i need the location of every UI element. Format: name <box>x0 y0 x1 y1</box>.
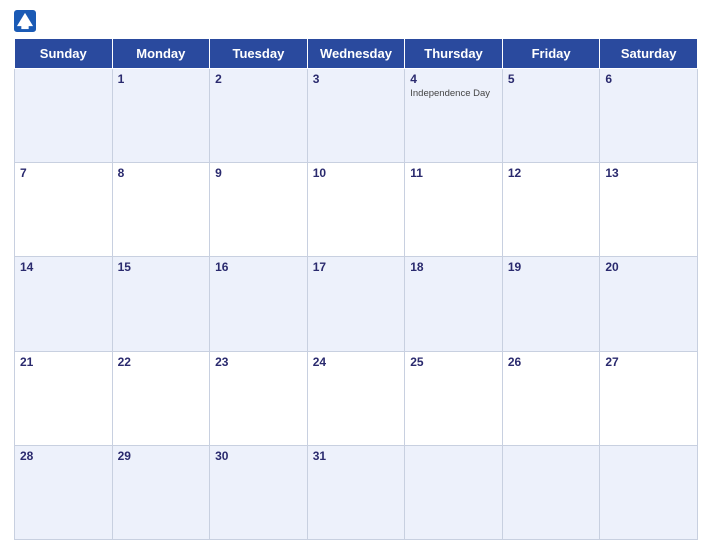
day-cell: 6 <box>600 69 698 163</box>
day-cell: 20 <box>600 257 698 351</box>
weekday-header-row: SundayMondayTuesdayWednesdayThursdayFrid… <box>15 39 698 69</box>
day-number: 3 <box>313 72 400 86</box>
day-cell: 26 <box>502 351 600 445</box>
day-number: 29 <box>118 449 205 463</box>
weekday-header-monday: Monday <box>112 39 210 69</box>
day-cell: 5 <box>502 69 600 163</box>
day-cell: 12 <box>502 163 600 257</box>
day-number: 12 <box>508 166 595 180</box>
day-cell: 23 <box>210 351 308 445</box>
weekday-header-friday: Friday <box>502 39 600 69</box>
weekday-header-sunday: Sunday <box>15 39 113 69</box>
day-number: 28 <box>20 449 107 463</box>
day-cell: 15 <box>112 257 210 351</box>
day-number: 30 <box>215 449 302 463</box>
day-number: 4 <box>410 72 497 86</box>
day-number: 27 <box>605 355 692 369</box>
day-cell: 30 <box>210 445 308 539</box>
day-number: 19 <box>508 260 595 274</box>
generalblue-icon <box>14 10 36 32</box>
day-cell: 2 <box>210 69 308 163</box>
day-number: 1 <box>118 72 205 86</box>
day-number: 18 <box>410 260 497 274</box>
day-cell: 9 <box>210 163 308 257</box>
day-number: 6 <box>605 72 692 86</box>
day-cell: 10 <box>307 163 405 257</box>
day-number: 17 <box>313 260 400 274</box>
calendar-week-row: 28 29 30 31 <box>15 445 698 539</box>
calendar-week-row: 21 22 23 24 25 26 27 <box>15 351 698 445</box>
empty-day-cell <box>502 445 600 539</box>
day-cell: 17 <box>307 257 405 351</box>
weekday-header-wednesday: Wednesday <box>307 39 405 69</box>
day-cell: 27 <box>600 351 698 445</box>
day-number: 20 <box>605 260 692 274</box>
day-number: 14 <box>20 260 107 274</box>
day-cell: 1 <box>112 69 210 163</box>
day-cell: 14 <box>15 257 113 351</box>
day-number: 26 <box>508 355 595 369</box>
day-cell: 16 <box>210 257 308 351</box>
day-cell: 29 <box>112 445 210 539</box>
weekday-header-tuesday: Tuesday <box>210 39 308 69</box>
empty-day-cell <box>15 69 113 163</box>
day-number: 23 <box>215 355 302 369</box>
day-cell: 13 <box>600 163 698 257</box>
weekday-header-saturday: Saturday <box>600 39 698 69</box>
day-number: 9 <box>215 166 302 180</box>
calendar-header <box>14 10 698 32</box>
day-cell: 25 <box>405 351 503 445</box>
day-number: 21 <box>20 355 107 369</box>
day-number: 24 <box>313 355 400 369</box>
day-number: 25 <box>410 355 497 369</box>
day-cell: 19 <box>502 257 600 351</box>
day-cell: 28 <box>15 445 113 539</box>
calendar-week-row: 1234 Independence Day 56 <box>15 69 698 163</box>
day-number: 2 <box>215 72 302 86</box>
weekday-header-thursday: Thursday <box>405 39 503 69</box>
calendar-week-row: 789 10 11 12 13 <box>15 163 698 257</box>
day-number: 13 <box>605 166 692 180</box>
day-cell: 24 <box>307 351 405 445</box>
day-cell: 7 <box>15 163 113 257</box>
empty-day-cell <box>405 445 503 539</box>
day-cell: 21 <box>15 351 113 445</box>
day-number: 10 <box>313 166 400 180</box>
calendar-table: SundayMondayTuesdayWednesdayThursdayFrid… <box>14 38 698 540</box>
day-number: 31 <box>313 449 400 463</box>
day-number: 16 <box>215 260 302 274</box>
day-cell: 11 <box>405 163 503 257</box>
logo-area <box>14 10 42 32</box>
day-cell: 22 <box>112 351 210 445</box>
day-number: 5 <box>508 72 595 86</box>
day-number: 11 <box>410 166 497 180</box>
day-number: 15 <box>118 260 205 274</box>
day-cell: 4 Independence Day <box>405 69 503 163</box>
day-cell: 31 <box>307 445 405 539</box>
calendar-week-row: 14 15 16 17 18 19 20 <box>15 257 698 351</box>
day-number: 8 <box>118 166 205 180</box>
day-cell: 3 <box>307 69 405 163</box>
day-event: Independence Day <box>410 88 497 99</box>
day-number: 22 <box>118 355 205 369</box>
day-number: 7 <box>20 166 107 180</box>
day-cell: 18 <box>405 257 503 351</box>
empty-day-cell <box>600 445 698 539</box>
day-cell: 8 <box>112 163 210 257</box>
